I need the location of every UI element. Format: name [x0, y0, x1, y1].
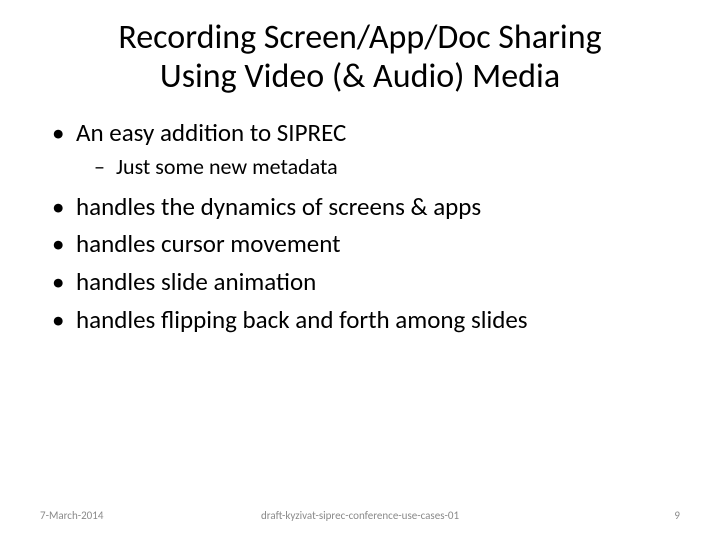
- title-line-2: Using Video (& Audio) Media: [160, 56, 560, 97]
- bullet-item: handles the dynamics of screens & apps: [48, 190, 672, 224]
- bullet-text: handles flipping back and forth among sl…: [76, 304, 528, 335]
- bullet-item: handles flipping back and forth among sl…: [48, 303, 672, 337]
- sub-bullet-item: Just some new metadata: [94, 152, 672, 182]
- slide-content: An easy addition to SIPREC Just some new…: [48, 116, 672, 336]
- sub-bullet-list: Just some new metadata: [76, 152, 672, 182]
- footer-page-number: 9: [674, 509, 680, 522]
- footer-doc: draft-kyzivat-siprec-conference-use-case…: [261, 509, 459, 522]
- title-line-1: Recording Screen/App/Doc Sharing: [118, 17, 601, 58]
- bullet-item: An easy addition to SIPREC Just some new…: [48, 116, 672, 181]
- bullet-item: handles cursor movement: [48, 227, 672, 261]
- slide: Recording Screen/App/Doc Sharing Using V…: [0, 0, 720, 540]
- bullet-item: handles slide animation: [48, 265, 672, 299]
- sub-bullet-text: Just some new metadata: [116, 153, 338, 180]
- bullet-text: handles slide animation: [76, 266, 316, 297]
- bullet-text: handles the dynamics of screens & apps: [76, 191, 481, 222]
- footer-date: 7-March-2014: [40, 509, 103, 522]
- slide-footer: 7-March-2014 draft-kyzivat-siprec-confer…: [0, 509, 720, 522]
- bullet-text: An easy addition to SIPREC: [76, 117, 346, 148]
- bullet-list: An easy addition to SIPREC Just some new…: [48, 116, 672, 336]
- bullet-text: handles cursor movement: [76, 228, 341, 259]
- slide-title: Recording Screen/App/Doc Sharing Using V…: [48, 18, 672, 96]
